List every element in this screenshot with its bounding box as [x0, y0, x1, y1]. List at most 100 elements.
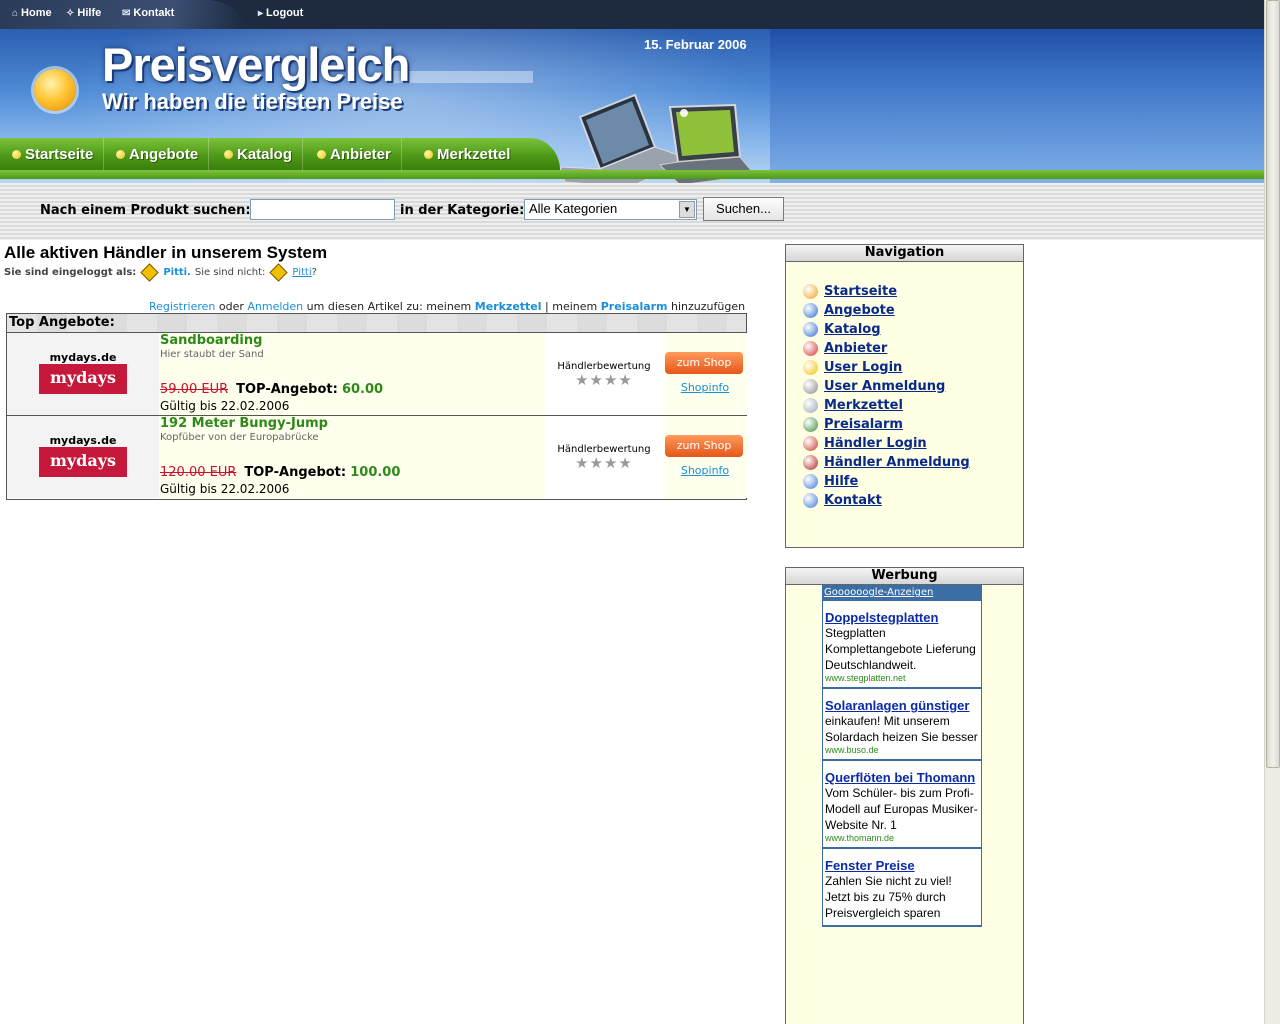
logo-icon[interactable] [34, 69, 76, 111]
sidebar-item-label[interactable]: User Login [824, 360, 902, 375]
sidebar-item-label[interactable]: Händler Login [824, 436, 927, 451]
ad-item[interactable]: Doppelstegplatten Stegplatten Komplettang… [823, 601, 981, 689]
login-switch-user-link[interactable]: Pitti [292, 267, 311, 278]
top-help-link[interactable]: ✧ Hilfe [66, 7, 101, 19]
ad-title-link[interactable]: Querflöten bei Thomann [825, 770, 979, 785]
home-icon: ⌂ [12, 7, 19, 19]
register-hint: Registrieren oder Anmelden um diesen Art… [149, 300, 745, 313]
offer-subtitle: Hier staubt der Sand [160, 349, 264, 360]
ad-description: einkaufen! Mit unserem Solardach heizen … [825, 714, 978, 744]
dropdown-arrow-icon[interactable]: ▼ [679, 201, 695, 218]
search-button[interactable]: Suchen... [703, 197, 784, 221]
user-register-icon [803, 379, 818, 394]
nav-anbieter[interactable]: Anbieter [307, 138, 402, 170]
to-shop-button[interactable]: zum Shop [665, 435, 743, 457]
shop-logo[interactable]: mydays [39, 364, 127, 394]
old-price: 59.00 EUR [160, 382, 229, 397]
user-icon [140, 263, 160, 282]
star-rating-icon: ★★★★ [575, 371, 633, 389]
ad-title-link[interactable]: Doppelstegplatten [825, 610, 979, 625]
category-select-value: Alle Kategorien [529, 201, 618, 216]
vertical-scrollbar[interactable] [1264, 0, 1280, 1024]
ad-url[interactable]: www.buso.de [825, 745, 979, 755]
ad-url[interactable]: www.stegplatten.net [825, 673, 979, 683]
search-input[interactable] [250, 199, 395, 220]
alarm-icon [803, 417, 818, 432]
google-ads-link[interactable]: Goooooogle-Anzeigen [824, 587, 933, 598]
ad-title-link[interactable]: Fenster Preise [825, 858, 979, 873]
help-icon [803, 474, 818, 489]
ad-description: Zahlen Sie nicht zu viel! Jetzt bis zu 7… [825, 874, 952, 920]
ad-item[interactable]: Fenster Preise Zahlen Sie nicht zu viel! … [823, 849, 981, 927]
old-price: 120.00 EUR [160, 465, 237, 480]
register-link[interactable]: Registrieren [149, 300, 215, 313]
sidebar-item-label[interactable]: Preisalarm [824, 417, 903, 432]
sidebar-item-h-ndler-login[interactable]: Händler Login [803, 434, 1023, 453]
top-contact-link[interactable]: ✉ Kontakt [122, 7, 174, 19]
login-link[interactable]: Anmelden [247, 300, 303, 313]
nav-startseite[interactable]: Startseite [2, 138, 105, 170]
shop-logo-cell[interactable]: mydays.de mydays [7, 416, 159, 498]
scrollbar-thumb[interactable] [1266, 0, 1280, 768]
bullet-icon [12, 149, 21, 159]
offer-title[interactable]: Sandboarding [160, 333, 262, 348]
dealer-login-icon [803, 436, 818, 451]
nav-merkzettel[interactable]: Merkzettel [414, 138, 520, 170]
sidebar-item-kontakt[interactable]: Kontakt [803, 491, 1023, 510]
sidebar-item-preisalarm[interactable]: Preisalarm [803, 415, 1023, 434]
preisalarm-link[interactable]: Preisalarm [601, 300, 668, 313]
sidebar-item-angebote[interactable]: Angebote [803, 301, 1023, 320]
offer-price: 120.00 EUR TOP-Angebot: 100.00 [160, 465, 400, 480]
offer-shop-cell: zum Shop Shopinfo [663, 416, 747, 498]
sidebar-item-anbieter[interactable]: Anbieter [803, 339, 1023, 358]
sidebar-item-label[interactable]: Angebote [824, 303, 895, 318]
sidebar-item-label[interactable]: Hilfe [824, 474, 858, 489]
nav-katalog[interactable]: Katalog [214, 138, 304, 170]
brand-title[interactable]: Preisvergleich [102, 37, 410, 92]
sidebar-item-label[interactable]: Anbieter [824, 341, 887, 356]
merkzettel-link[interactable]: Merkzettel [475, 300, 542, 313]
sidebar-item-label[interactable]: Händler Anmeldung [824, 455, 970, 470]
sidebar-item-label[interactable]: Kontakt [824, 493, 882, 508]
sidebar-item-label[interactable]: Katalog [824, 322, 881, 337]
main-nav: Startseite Angebote Katalog Anbieter Mer… [0, 138, 560, 170]
sidebar-item-user-anmeldung[interactable]: User Anmeldung [803, 377, 1023, 396]
sidebar-item-label[interactable]: User Anmeldung [824, 379, 945, 394]
star-rating-icon: ★★★★ [575, 454, 633, 472]
shop-logo[interactable]: mydays [39, 447, 127, 477]
shopinfo-link[interactable]: Shopinfo [663, 381, 747, 394]
to-shop-button[interactable]: zum Shop [665, 352, 743, 374]
shop-logo-cell[interactable]: mydays.de mydays [7, 333, 159, 415]
nav-angebote[interactable]: Angebote [106, 138, 210, 170]
offer-valid-until: Gültig bis 22.02.2006 [160, 399, 290, 413]
text: | meinem [545, 300, 598, 313]
sidebar-item-katalog[interactable]: Katalog [803, 320, 1023, 339]
sidebar-item-label[interactable]: Startseite [824, 284, 897, 299]
top-logout-link[interactable]: ▸ Logout [258, 7, 303, 19]
sidebar-item-user-login[interactable]: User Login [803, 358, 1023, 377]
sidebar-item-hilfe[interactable]: Hilfe [803, 472, 1023, 491]
login-username[interactable]: Pitti. [163, 267, 191, 278]
top-bar: ⌂ Home ✧ Hilfe ✉ Kontakt ▸ Logout [0, 0, 1264, 29]
login-prefix: Sie sind eingeloggt als: [4, 267, 137, 278]
shop-name: mydays.de [49, 434, 117, 447]
top-home-link[interactable]: ⌂ Home [12, 7, 52, 19]
search-label: Nach einem Produkt suchen: [40, 203, 251, 218]
current-date: 15. Februar 2006 [644, 37, 747, 52]
shopinfo-link[interactable]: Shopinfo [663, 464, 747, 477]
ad-description: Stegplatten Komplettangebote Lieferung D… [825, 626, 976, 672]
user-icon [269, 263, 289, 282]
ad-url[interactable]: www.thomann.de [825, 833, 979, 843]
ad-item[interactable]: Querflöten bei Thomann Vom Schüler- bis z… [823, 761, 981, 849]
category-select[interactable]: Alle Kategorien ▼ [524, 199, 697, 220]
sidebar-item-merkzettel[interactable]: Merkzettel [803, 396, 1023, 415]
sidebar-ads-title: Werbung [786, 568, 1023, 585]
ad-title-link[interactable]: Solaranlagen günstiger [825, 698, 979, 713]
sidebar-item-h-ndler-anmeldung[interactable]: Händler Anmeldung [803, 453, 1023, 472]
ad-item[interactable]: Solaranlagen günstiger einkaufen! Mit uns… [823, 689, 981, 761]
sidebar-item-startseite[interactable]: Startseite [803, 282, 1023, 301]
offer-title[interactable]: 192 Meter Bungy-Jump [160, 416, 328, 431]
brand-subtitle: Wir haben die tiefsten Preise [102, 89, 403, 114]
sidebar-item-label[interactable]: Merkzettel [824, 398, 903, 413]
offer-details: Sandboarding Hier staubt der Sand 59.00 … [159, 333, 545, 415]
